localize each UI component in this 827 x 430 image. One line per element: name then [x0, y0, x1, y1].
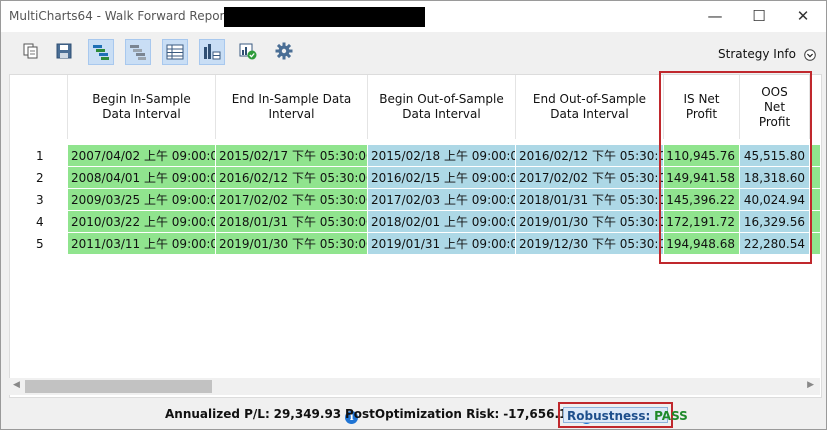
chart-check-button[interactable] — [236, 39, 262, 65]
copy-button[interactable] — [19, 39, 45, 65]
title-bar: MultiCharts64 - Walk Forward Report - — … — [1, 1, 826, 32]
robustness-status[interactable]: Robustness: PASS — [563, 407, 688, 423]
save-button[interactable] — [52, 39, 78, 65]
table-cell[interactable]: 2016/02/12 下午 05:30:00 — [216, 167, 368, 189]
table-cell[interactable]: 2017/02/02 下午 05:30:00 — [516, 167, 664, 189]
table-cell[interactable]: 2017/02/02 下午 05:30:00 — [216, 189, 368, 211]
chart-table-icon — [204, 44, 221, 60]
gantt-chart-icon — [93, 45, 109, 60]
redacted-title-bar — [224, 7, 425, 27]
gantt-view-button[interactable] — [88, 39, 114, 65]
table-cell[interactable]: 2015/02/17 下午 05:30:00 — [216, 145, 368, 167]
maximize-icon: ☐ — [752, 7, 766, 25]
row-number: 5 — [36, 237, 44, 251]
gantt-gray-view-button[interactable] — [125, 39, 151, 65]
table-cell[interactable]: 2018/01/31 下午 05:30:00 — [216, 211, 368, 233]
minimize-button[interactable]: — — [692, 3, 738, 29]
chart-check-icon — [239, 43, 257, 60]
table-cell[interactable]: 2019/01/30 下午 05:30:00 — [516, 211, 664, 233]
annualized-pl-label: Annualized P/L: — [165, 407, 270, 421]
walk-forward-report-window: MultiCharts64 - Walk Forward Report - — … — [0, 0, 827, 430]
copy-icon — [23, 43, 38, 59]
row-number: 4 — [36, 215, 44, 229]
robustness-highlight: Robustness: PASS — [558, 402, 688, 428]
col-header-begin-oos[interactable]: Begin Out-of-Sample Data Interval — [368, 75, 516, 139]
scrollbar-thumb[interactable] — [25, 380, 212, 393]
risk-label: PostOptimization Risk: — [345, 407, 500, 421]
table-cell[interactable]: 2017/02/03 上午 09:00:00 — [368, 189, 516, 211]
row-number: 3 — [36, 193, 44, 207]
table-cell[interactable]: 2011/03/11 上午 09:00:00 — [68, 233, 216, 255]
profit-columns-highlight — [659, 71, 812, 264]
horizontal-scrollbar[interactable]: ◀ ▶ — [9, 378, 820, 395]
table-cell[interactable]: 2018/01/31 下午 05:30:00 — [516, 189, 664, 211]
table-cell[interactable]: 2015/02/18 上午 09:00:00 — [368, 145, 516, 167]
col-header-end-oos[interactable]: End Out-of-Sample Data Interval — [516, 75, 664, 139]
window-title: MultiCharts64 - Walk Forward Report - — [9, 9, 238, 23]
maximize-button[interactable]: ☐ — [736, 3, 782, 29]
scroll-left-icon[interactable]: ◀ — [13, 380, 20, 390]
strategy-info-link[interactable]: Strategy Info — [718, 47, 796, 61]
toolbar: Strategy Info — [1, 32, 826, 72]
table-cell[interactable]: 2019/12/30 下午 05:30:00 — [516, 233, 664, 255]
table-icon — [166, 44, 184, 60]
save-icon — [56, 43, 72, 59]
table-cell[interactable]: 2010/03/22 上午 09:00:00 — [68, 211, 216, 233]
scroll-right-icon[interactable]: ▶ — [807, 380, 814, 390]
table-cell[interactable]: 2008/04/01 上午 09:00:00 — [68, 167, 216, 189]
robustness-value: PASS — [654, 409, 688, 423]
status-bar: Annualized P/L: 29,349.93 i PostOptimizat… — [1, 401, 826, 429]
row-number: 1 — [36, 149, 44, 163]
gantt-chart-gray-icon — [130, 45, 146, 60]
col-header-end-is[interactable]: End In-Sample Data Interval — [216, 75, 368, 139]
table-cell[interactable]: 2007/04/02 上午 09:00:00 — [68, 145, 216, 167]
table-cell[interactable]: 2009/03/25 上午 09:00:00 — [68, 189, 216, 211]
table-view-button[interactable] — [162, 39, 188, 65]
row-header-corner — [10, 75, 68, 139]
table-cell[interactable]: 2018/02/01 上午 09:00:00 — [368, 211, 516, 233]
chevron-down-icon[interactable] — [804, 49, 816, 61]
table-cell[interactable]: 2016/02/12 下午 05:30:00 — [516, 145, 664, 167]
chart-table-view-button[interactable] — [199, 39, 225, 65]
table-cell[interactable]: 2019/01/31 上午 09:00:00 — [368, 233, 516, 255]
robustness-label: Robustness: — [567, 409, 651, 423]
annualized-pl: Annualized P/L: 29,349.93 i — [165, 407, 359, 424]
gear-icon — [275, 42, 293, 60]
table-cell[interactable]: 2019/01/30 下午 05:30:00 — [216, 233, 368, 255]
post-optimization-risk: PostOptimization Risk: -17,656.15i — [345, 407, 593, 424]
table-cell[interactable]: 2016/02/15 上午 09:00:00 — [368, 167, 516, 189]
close-icon: ✕ — [796, 7, 810, 25]
close-button[interactable]: ✕ — [780, 3, 826, 29]
col-header-begin-is[interactable]: Begin In-Sample Data Interval — [68, 75, 216, 139]
minimize-icon: — — [707, 7, 723, 25]
annualized-pl-value: 29,349.93 — [273, 407, 342, 421]
row-number: 2 — [36, 171, 44, 185]
settings-button[interactable] — [272, 39, 298, 65]
